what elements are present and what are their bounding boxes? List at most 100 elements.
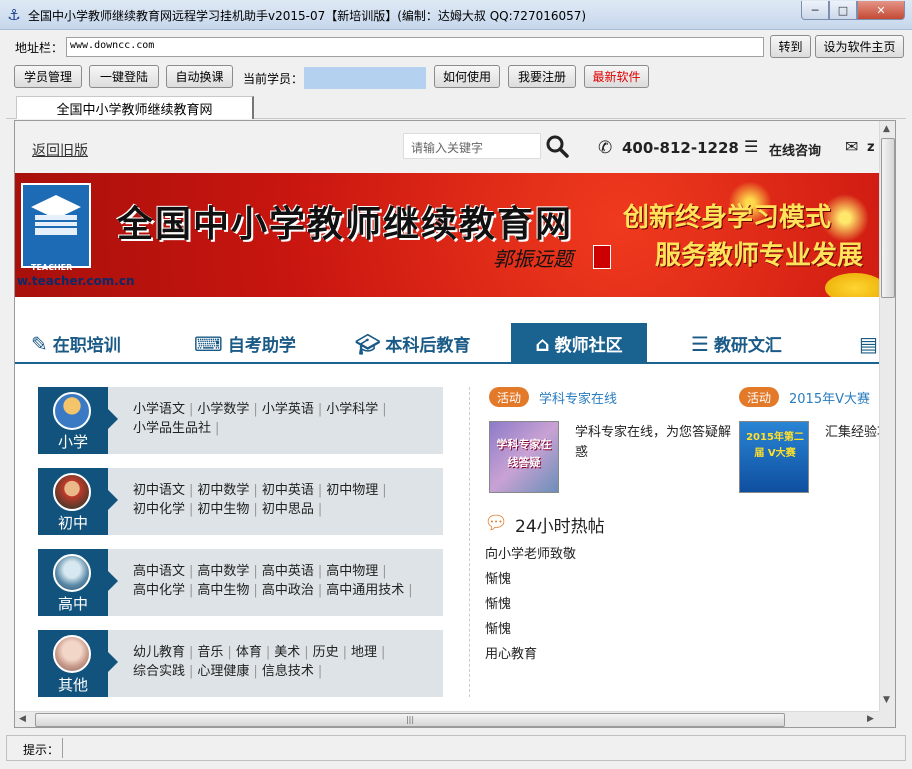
vertical-scroll-thumb[interactable] [881,138,895,298]
activity-badge: 活动 [739,387,780,407]
subject-link[interactable]: 初中物理 [326,483,378,498]
scrollbar-corner [879,711,895,727]
subject-link[interactable]: 初中化学 [133,502,185,517]
subject-link[interactable]: 美术 [274,645,300,660]
column-divider [469,387,470,697]
horizontal-scroll-thumb[interactable]: ||| [35,713,785,727]
student-management-button[interactable]: 学员管理 [14,65,82,88]
activity-image-text: 学科专家在线答疑 [496,438,552,469]
subject-link[interactable]: 小学英语 [262,402,314,417]
subject-link[interactable]: 高中物理 [326,564,378,579]
mail-link[interactable]: z [867,140,875,155]
subject-link[interactable]: 初中数学 [197,483,249,498]
subject-link[interactable]: 历史 [313,645,339,660]
nav-post-graduate[interactable]: 🎓︎ 本科后教育 [355,323,470,364]
category-senior[interactable]: 高中 高中语文 | 高中数学 | 高中英语 | 高中物理 | 高中化学 | 高中生物 | 高中政治 | 高中… [38,549,443,616]
subject-link[interactable]: 音乐 [197,645,223,660]
close-button[interactable]: ✕ [857,1,905,20]
scroll-down-icon[interactable]: ▼ [883,695,890,705]
nav-self-study[interactable]: ⌨ 自考助学 [194,323,296,364]
register-button[interactable]: 我要注册 [508,65,576,88]
mail-icon: ✉ [845,137,859,156]
category-tab: 高中 [38,549,108,616]
subject-link[interactable]: 小学品生品社 [133,421,211,436]
scroll-up-icon[interactable]: ▲ [883,124,890,134]
go-button[interactable]: 转到 [770,35,811,58]
address-label: 地址栏： [15,41,64,55]
subject-link[interactable]: 小学数学 [197,402,249,417]
student-avatar [53,473,91,511]
vertical-scrollbar[interactable]: ▲ ▼ [879,121,895,711]
nav-more[interactable]: ▤ [859,323,879,364]
activity-description: 汇集经验功和喜悦 [825,425,879,440]
hot-posts-title: 24小时热帖 [515,517,605,537]
activity-description: 学科专家在线，为您答疑解惑 [575,425,732,460]
subject-link[interactable]: 体育 [236,645,262,660]
category-tab: 小学 [38,387,108,454]
subject-link[interactable]: 高中英语 [262,564,314,579]
status-separator [62,738,63,758]
hot-post-link[interactable]: 惭愧 [485,618,511,637]
subject-link[interactable]: 高中通用技术 [326,583,404,598]
scroll-left-icon[interactable]: ◀ [19,714,26,724]
subject-link[interactable]: 高中语文 [133,564,185,579]
hot-post-link[interactable]: 惭愧 [485,568,511,587]
subject-link[interactable]: 小学科学 [326,402,378,417]
category-tab: 其他 [38,630,108,697]
category-name: 高中 [57,595,88,613]
activity-image[interactable]: 学科专家在线答疑 [489,421,559,493]
set-homepage-button[interactable]: 设为软件主页 [815,35,904,58]
maximize-button[interactable]: □ [829,1,857,20]
category-primary[interactable]: 小学 小学语文 | 小学数学 | 小学英语 | 小学科学 | 小学品生品社 | [38,387,443,454]
tab-teacher-site[interactable]: 全国中小学教师继续教育网 [16,96,254,119]
subject-link[interactable]: 幼儿教育 [133,645,185,660]
activity-title-link[interactable]: 2015年V大赛 [789,388,870,407]
new-software-button[interactable]: 最新软件 [584,65,649,88]
hot-post-link[interactable]: 惭愧 [485,593,511,612]
subject-link[interactable]: 高中化学 [133,583,185,598]
one-click-login-button[interactable]: 一键登陆 [89,65,159,88]
nav-label: 本科后教育 [385,336,471,356]
subject-link[interactable]: 初中语文 [133,483,185,498]
nav-in-service-training[interactable]: ✎ 在职培训 [31,323,121,364]
hot-post-link[interactable]: 用心教育 [485,643,537,662]
subject-link[interactable]: 高中数学 [197,564,249,579]
activity-image[interactable]: 2015年第二届 V大赛 [739,421,809,493]
subject-link[interactable]: 心理健康 [197,664,249,679]
address-input[interactable]: www.downcc.com [66,37,764,57]
online-consult-link[interactable]: 在线咨询 [769,140,821,159]
title-bar: ⚓ 全国中小学教师继续教育网远程学习挂机助手v2015-07【新培训版】(编制：… [0,0,912,30]
hot-post-link[interactable]: 向小学老师致敬 [485,543,576,562]
old-version-link[interactable]: 返回旧版 [32,140,88,160]
scroll-right-icon[interactable]: ▶ [867,714,874,724]
banner-signature: 郭振远题 [493,247,573,271]
activity-title-link[interactable]: 学科专家在线 [539,388,617,407]
window-title: 全国中小学教师继续教育网远程学习挂机助手v2015-07【新培训版】(编制：达姆… [28,9,587,23]
category-tab: 初中 [38,468,108,535]
category-other[interactable]: 其他 幼儿教育 | 音乐 | 体育 | 美术 | 历史 | 地理 | 综合实践 | 心理健康 | 信息技术 | [38,630,443,697]
seal-stamp [593,245,611,269]
subject-link[interactable]: 地理 [351,645,377,660]
site-url: w.teacher.com.cn [17,274,135,288]
server-icon: ☰ [691,331,709,356]
activity-badge: 活动 [489,387,530,407]
logo-graphic [31,195,81,235]
search-icon[interactable] [545,134,569,158]
subject-link[interactable]: 信息技术 [262,664,314,679]
nav-research-collection[interactable]: ☰ 教研文汇 [691,323,782,364]
how-to-use-button[interactable]: 如何使用 [434,65,500,88]
nav-teacher-community[interactable]: ⌂ 教师社区 [511,323,647,364]
subject-link[interactable]: 初中生物 [197,502,249,517]
subject-link[interactable]: 小学语文 [133,402,185,417]
current-student-field[interactable] [304,67,426,89]
subject-link[interactable]: 综合实践 [133,664,185,679]
subject-link[interactable]: 高中政治 [262,583,314,598]
minimize-button[interactable]: ─ [801,1,829,20]
subject-link[interactable]: 高中生物 [197,583,249,598]
subject-link[interactable]: 初中英语 [262,483,314,498]
category-junior[interactable]: 初中 初中语文 | 初中数学 | 初中英语 | 初中物理 | 初中化学 | 初中生物 | 初中思品 | [38,468,443,535]
horizontal-scrollbar[interactable]: ◀ ||| ▶ [15,711,879,727]
auto-switch-course-button[interactable]: 自动换课 [166,65,233,88]
search-input[interactable]: 请输入关键字 [403,133,541,159]
subject-link[interactable]: 初中思品 [262,502,314,517]
